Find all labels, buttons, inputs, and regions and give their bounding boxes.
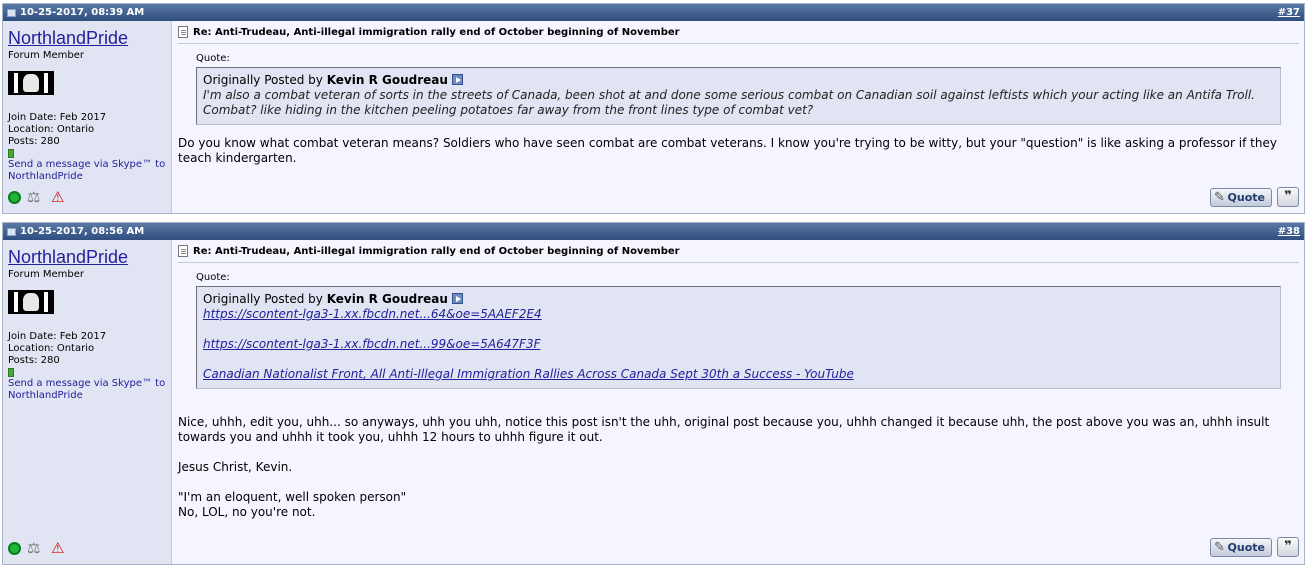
quote-pencil-icon: ✎ — [1214, 539, 1225, 555]
post-37: 10-25-2017, 08:39 AM #37 NorthlandPride … — [2, 3, 1305, 214]
view-post-icon[interactable] — [451, 74, 463, 85]
multiquote-icon[interactable]: ❞ — [1277, 537, 1299, 557]
quote-block: Quote: Originally Posted by Kevin R Goud… — [196, 53, 1281, 125]
post-title: Re: Anti-Trudeau, Anti-illegal immigrati… — [193, 26, 680, 38]
quote-label: Quote: — [196, 53, 230, 64]
message-paragraph: Nice, uhhh, edit you, uhh... so anyways,… — [178, 415, 1270, 444]
post-document-icon — [178, 245, 188, 257]
avatar[interactable] — [8, 71, 54, 95]
message-paragraph: Do you know what combat veteran means? S… — [178, 136, 1277, 165]
quote-block: Quote: Originally Posted by Kevin R Goud… — [196, 272, 1281, 389]
online-status-icon — [8, 190, 21, 204]
post-date: 10-25-2017, 08:56 AM — [20, 226, 145, 237]
report-post-icon[interactable]: ⚠ — [51, 189, 67, 205]
post-title: Re: Anti-Trudeau, Anti-illegal immigrati… — [193, 245, 680, 257]
user-stats: Join Date: Feb 2017 Location: Ontario Po… — [8, 331, 166, 367]
reputation-icon[interactable]: ⚖ — [27, 540, 45, 556]
username-link[interactable]: NorthlandPride — [8, 247, 166, 268]
skype-status-icon — [8, 149, 14, 158]
quote-button[interactable]: ✎ Quote — [1210, 187, 1272, 207]
message-paragraph: "I'm an eloquent, well spoken person" — [178, 490, 407, 504]
quote-link[interactable]: https://scontent-lga3-1.xx.fbcdn.net...6… — [203, 307, 1274, 322]
post-date-icon — [7, 227, 16, 236]
skype-link[interactable]: Send a message via Skype™ to NorthlandPr… — [8, 378, 166, 402]
user-info-panel: NorthlandPride Forum Member Join Date: F… — [3, 21, 172, 213]
skype-status-icon — [8, 368, 14, 377]
view-post-icon[interactable] — [451, 293, 463, 304]
post-message: Do you know what combat veteran means? S… — [178, 136, 1299, 166]
user-info-panel: NorthlandPride Forum Member Join Date: F… — [3, 240, 172, 564]
quote-author: Kevin R Goudreau — [326, 292, 448, 306]
quote-button[interactable]: ✎ Quote — [1210, 537, 1272, 557]
post-header: 10-25-2017, 08:39 AM #37 — [3, 4, 1304, 21]
post-document-icon — [178, 26, 188, 38]
quote-prefix: Originally Posted by — [203, 292, 323, 306]
quote-link[interactable]: https://scontent-lga3-1.xx.fbcdn.net...9… — [203, 337, 1274, 352]
skype-link[interactable]: Send a message via Skype™ to NorthlandPr… — [8, 159, 166, 183]
post-content: Re: Anti-Trudeau, Anti-illegal immigrati… — [172, 240, 1304, 564]
user-title: Forum Member — [8, 269, 85, 280]
user-title: Forum Member — [8, 50, 85, 61]
message-paragraph: Jesus Christ, Kevin. — [178, 460, 293, 474]
quote-pencil-icon: ✎ — [1214, 189, 1225, 205]
post-count: Posts: 280 — [8, 136, 60, 147]
join-date: Join Date: Feb 2017 — [8, 331, 107, 342]
post-count: Posts: 280 — [8, 355, 60, 366]
quote-box: Originally Posted by Kevin R Goudreau ht… — [196, 286, 1281, 389]
report-post-icon[interactable]: ⚠ — [51, 540, 67, 556]
user-location: Location: Ontario — [8, 124, 95, 135]
post-content: Re: Anti-Trudeau, Anti-illegal immigrati… — [172, 21, 1304, 213]
reputation-icon[interactable]: ⚖ — [27, 189, 45, 205]
post-message: Nice, uhhh, edit you, uhh... so anyways,… — [178, 415, 1299, 520]
post-38: 10-25-2017, 08:56 AM #38 NorthlandPride … — [2, 222, 1305, 565]
post-number-link[interactable]: #38 — [1278, 226, 1300, 237]
online-status-icon — [8, 541, 21, 555]
post-number-link[interactable]: #37 — [1278, 7, 1300, 18]
user-stats: Join Date: Feb 2017 Location: Ontario Po… — [8, 112, 166, 148]
quote-prefix: Originally Posted by — [203, 73, 323, 87]
multiquote-icon[interactable]: ❞ — [1277, 187, 1299, 207]
post-date: 10-25-2017, 08:39 AM — [20, 7, 145, 18]
quote-author: Kevin R Goudreau — [326, 73, 448, 87]
quote-link[interactable]: Canadian Nationalist Front, All Anti-Ill… — [203, 367, 1274, 382]
join-date: Join Date: Feb 2017 — [8, 112, 107, 123]
quote-text: I'm also a combat veteran of sorts in th… — [203, 88, 1255, 117]
avatar[interactable] — [8, 290, 54, 314]
post-date-icon — [7, 8, 16, 17]
quote-label: Quote: — [196, 272, 230, 283]
post-header: 10-25-2017, 08:56 AM #38 — [3, 223, 1304, 240]
message-paragraph: No, LOL, no you're not. — [178, 505, 316, 519]
quote-box: Originally Posted by Kevin R Goudreau I'… — [196, 67, 1281, 125]
user-location: Location: Ontario — [8, 343, 95, 354]
username-link[interactable]: NorthlandPride — [8, 28, 166, 49]
